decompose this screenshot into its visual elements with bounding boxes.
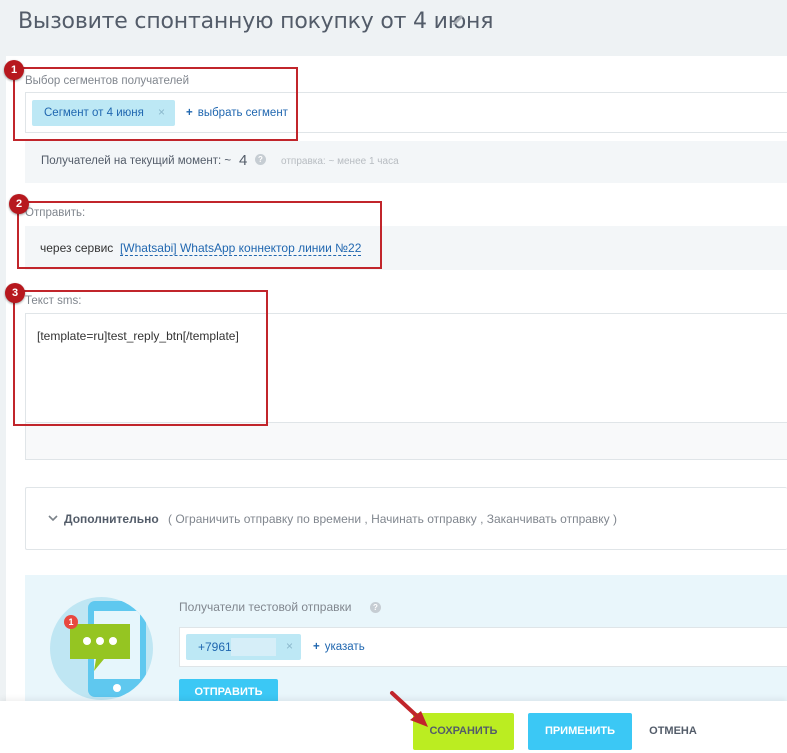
chip-remove-icon[interactable]: × (286, 639, 293, 653)
test-recipients-label: Получатели тестовой отправки (179, 600, 352, 614)
sms-editor-footer (25, 423, 787, 460)
chevron-down-icon[interactable] (47, 512, 59, 524)
apply-button[interactable]: ПРИМЕНИТЬ (528, 713, 632, 750)
test-send-button[interactable]: ОТПРАВИТЬ (179, 679, 278, 701)
annotation-badge-1: 1 (4, 60, 24, 80)
annotation-arrow-icon (390, 691, 428, 727)
add-test-recipient-link[interactable]: + указать (313, 641, 365, 653)
annotation-box-2 (17, 201, 382, 269)
help-icon[interactable]: ? (370, 602, 381, 613)
send-time-hint: отправка: ~ менее 1 часа (281, 156, 399, 167)
annotation-box-1 (13, 67, 298, 141)
page-title: Вызовите спонтанную покупку от 4 июня (18, 9, 494, 34)
cancel-button[interactable]: ОТМЕНА (643, 713, 703, 750)
notification-badge: 1 (68, 617, 74, 627)
recipient-count-value: 4 (239, 152, 248, 169)
help-icon[interactable]: ? (255, 154, 266, 165)
page-header: Вызовите спонтанную покупку от 4 июня (0, 0, 787, 48)
phone-chip-label: +7961 (198, 640, 232, 654)
additional-options[interactable]: ( Ограничить отправку по времени , Начин… (168, 512, 617, 526)
pencil-icon[interactable] (451, 13, 465, 27)
add-test-recipient-label: указать (324, 641, 365, 653)
plus-icon: + (313, 641, 320, 653)
recipient-count-label: Получателей на текущий момент: ~ (41, 155, 232, 167)
redacted-mask (231, 638, 276, 656)
annotation-badge-2: 2 (9, 194, 29, 214)
phone-illustration (50, 597, 153, 700)
additional-title[interactable]: Дополнительно (64, 512, 159, 526)
annotation-box-3 (13, 290, 268, 426)
phone-message-icon (64, 601, 146, 697)
annotation-badge-3: 3 (5, 283, 25, 303)
phone-chip[interactable]: +7961 × (186, 634, 301, 660)
